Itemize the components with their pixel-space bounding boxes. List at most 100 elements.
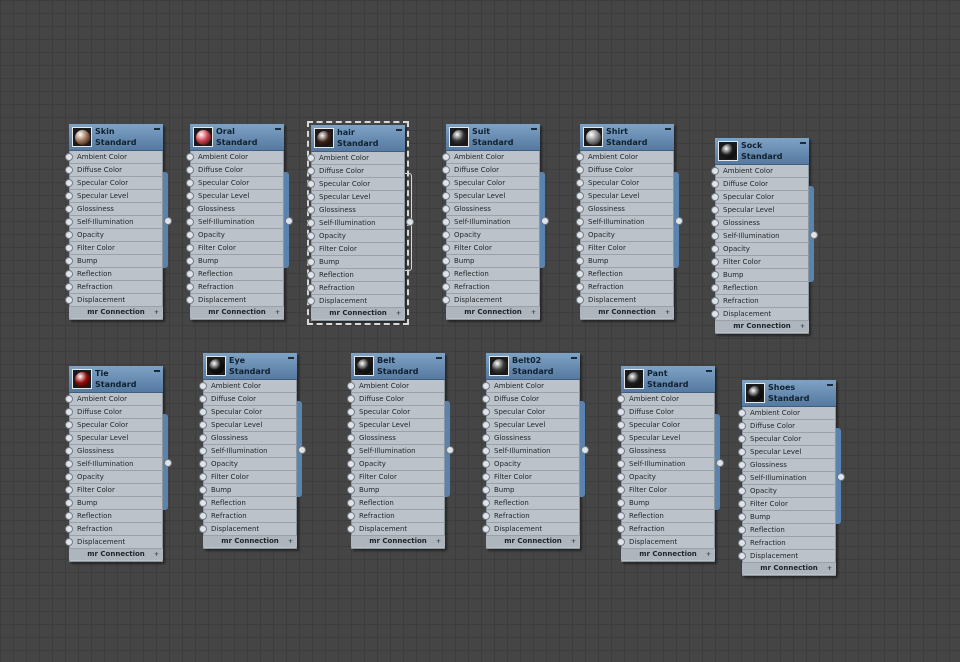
slot-row[interactable]: Ambient Color xyxy=(482,380,580,393)
input-socket[interactable] xyxy=(186,270,194,278)
input-socket[interactable] xyxy=(347,382,355,390)
mr-connection-footer[interactable]: mr Connection + xyxy=(621,549,715,560)
input-socket[interactable] xyxy=(738,422,746,430)
slot-row[interactable]: Diffuse Color xyxy=(711,178,809,191)
input-socket[interactable] xyxy=(65,473,73,481)
slot-row[interactable]: Specular Level xyxy=(199,419,297,432)
input-socket[interactable] xyxy=(617,473,625,481)
node-header[interactable]: Oral Standard xyxy=(190,124,284,151)
input-socket[interactable] xyxy=(307,284,315,292)
node-header[interactable]: Sock Standard xyxy=(715,138,809,165)
slot-row[interactable]: Specular Color xyxy=(738,433,836,446)
slot-row[interactable]: Reflection xyxy=(442,268,540,281)
material-node-oral[interactable]: Oral Standard Ambient Color Diffuse Color Sp… xyxy=(186,124,293,320)
slot-row[interactable]: Reflection xyxy=(65,510,163,523)
input-socket[interactable] xyxy=(442,231,450,239)
input-socket[interactable] xyxy=(442,296,450,304)
material-node-belt02[interactable]: Belt02 Standard Ambient Color Diffuse Color… xyxy=(482,353,589,549)
slot-row[interactable]: Refraction xyxy=(186,281,284,294)
slot-row[interactable]: Bump xyxy=(65,255,163,268)
input-socket[interactable] xyxy=(617,421,625,429)
slot-row[interactable]: Specular Color xyxy=(186,177,284,190)
mr-connection-footer[interactable]: mr Connection + xyxy=(351,536,445,547)
input-socket[interactable] xyxy=(576,179,584,187)
input-socket[interactable] xyxy=(65,408,73,416)
node-header[interactable]: Tie Standard xyxy=(69,366,163,393)
slot-row[interactable]: Specular Level xyxy=(482,419,580,432)
output-socket[interactable] xyxy=(541,217,549,225)
output-socket[interactable] xyxy=(716,459,724,467)
minimize-icon[interactable] xyxy=(800,142,806,144)
slot-row[interactable]: Diffuse Color xyxy=(576,164,674,177)
input-socket[interactable] xyxy=(482,447,490,455)
slot-row[interactable]: Bump xyxy=(347,484,445,497)
expand-icon[interactable]: + xyxy=(665,307,670,318)
node-header[interactable]: Shirt Standard xyxy=(580,124,674,151)
slot-row[interactable]: Reflection xyxy=(65,268,163,281)
slot-row[interactable]: Self-Illumination xyxy=(482,445,580,458)
input-socket[interactable] xyxy=(307,219,315,227)
slot-row[interactable]: Specular Level xyxy=(738,446,836,459)
input-socket[interactable] xyxy=(442,166,450,174)
input-socket[interactable] xyxy=(65,231,73,239)
input-socket[interactable] xyxy=(442,153,450,161)
slot-row[interactable]: Bump xyxy=(65,497,163,510)
slot-row[interactable]: Bump xyxy=(482,484,580,497)
minimize-icon[interactable] xyxy=(154,370,160,372)
input-socket[interactable] xyxy=(186,205,194,213)
slot-row[interactable]: Displacement xyxy=(711,308,809,321)
input-socket[interactable] xyxy=(738,409,746,417)
input-socket[interactable] xyxy=(186,166,194,174)
slot-row[interactable]: Diffuse Color xyxy=(65,406,163,419)
slot-row[interactable]: Displacement xyxy=(199,523,297,536)
slot-row[interactable]: Filter Color xyxy=(199,471,297,484)
slot-row[interactable]: Self-Illumination xyxy=(711,230,809,243)
output-socket[interactable] xyxy=(810,231,818,239)
slot-row[interactable]: Diffuse Color xyxy=(307,165,405,178)
expand-icon[interactable]: + xyxy=(154,549,159,560)
input-socket[interactable] xyxy=(347,486,355,494)
slot-row[interactable]: Specular Level xyxy=(617,432,715,445)
slot-row[interactable]: Specular Color xyxy=(199,406,297,419)
mr-connection-footer[interactable]: mr Connection + xyxy=(69,549,163,560)
slot-row[interactable]: Opacity xyxy=(442,229,540,242)
slot-row[interactable]: Reflection xyxy=(347,497,445,510)
input-socket[interactable] xyxy=(576,218,584,226)
material-node-tie[interactable]: Tie Standard Ambient Color Diffuse Color Spe… xyxy=(65,366,172,562)
input-socket[interactable] xyxy=(617,525,625,533)
slot-row[interactable]: Glossiness xyxy=(576,203,674,216)
output-socket[interactable] xyxy=(164,217,172,225)
node-header[interactable]: hair Standard xyxy=(311,125,405,152)
mr-connection-footer[interactable]: mr Connection + xyxy=(203,536,297,547)
input-socket[interactable] xyxy=(482,525,490,533)
input-socket[interactable] xyxy=(711,219,719,227)
slot-row[interactable]: Specular Level xyxy=(711,204,809,217)
slot-row[interactable]: Ambient Color xyxy=(617,393,715,406)
slot-row[interactable]: Diffuse Color xyxy=(738,420,836,433)
mr-connection-footer[interactable]: mr Connection + xyxy=(742,563,836,574)
input-socket[interactable] xyxy=(347,421,355,429)
input-socket[interactable] xyxy=(347,473,355,481)
input-socket[interactable] xyxy=(738,487,746,495)
slot-row[interactable]: Refraction xyxy=(617,523,715,536)
slot-row[interactable]: Self-Illumination xyxy=(576,216,674,229)
slot-row[interactable]: Filter Color xyxy=(711,256,809,269)
slot-row[interactable]: Bump xyxy=(738,511,836,524)
slot-row[interactable]: Opacity xyxy=(307,230,405,243)
slot-row[interactable]: Self-Illumination xyxy=(617,458,715,471)
slot-row[interactable]: Refraction xyxy=(738,537,836,550)
input-socket[interactable] xyxy=(711,180,719,188)
mr-connection-footer[interactable]: mr Connection + xyxy=(486,536,580,547)
minimize-icon[interactable] xyxy=(436,357,442,359)
slot-row[interactable]: Displacement xyxy=(617,536,715,549)
minimize-icon[interactable] xyxy=(531,128,537,130)
slot-row[interactable]: Filter Color xyxy=(307,243,405,256)
slot-row[interactable]: Filter Color xyxy=(482,471,580,484)
material-node-belt[interactable]: Belt Standard Ambient Color Diffuse Color Sp… xyxy=(347,353,454,549)
slot-row[interactable]: Self-Illumination xyxy=(65,458,163,471)
slot-row[interactable]: Specular Level xyxy=(65,432,163,445)
input-socket[interactable] xyxy=(482,499,490,507)
input-socket[interactable] xyxy=(186,231,194,239)
slot-row[interactable]: Refraction xyxy=(65,523,163,536)
input-socket[interactable] xyxy=(65,296,73,304)
